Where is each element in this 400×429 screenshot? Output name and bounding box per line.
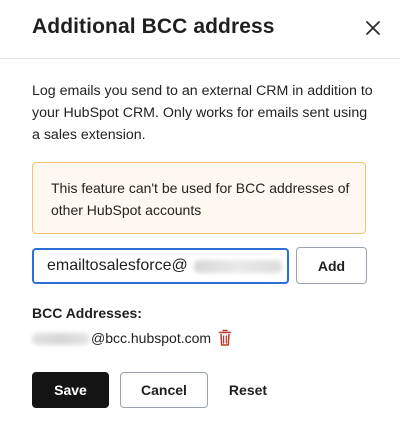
bcc-email-input-value: emailtosalesforce@	[47, 257, 188, 274]
dialog-title: Additional BCC address	[32, 15, 275, 38]
redacted-text	[194, 260, 282, 273]
cancel-button[interactable]: Cancel	[120, 372, 208, 408]
trash-icon[interactable]	[218, 329, 232, 347]
dialog-description: Log emails you send to an external CRM i…	[32, 83, 373, 143]
add-button[interactable]: Add	[296, 247, 367, 284]
bcc-email-input[interactable]: emailtosalesforce@	[32, 248, 289, 284]
bcc-address-item: @bcc.hubspot.com	[32, 329, 232, 349]
bcc-dialog: Additional BCC address Log emails you se…	[0, 0, 400, 429]
warning-alert: This feature can't be used for BCC addre…	[32, 162, 366, 234]
redacted-text	[32, 333, 90, 345]
save-button[interactable]: Save	[32, 372, 109, 408]
reset-button[interactable]: Reset	[218, 372, 278, 408]
close-icon[interactable]	[360, 15, 386, 41]
bcc-address-text: @bcc.hubspot.com	[91, 330, 212, 346]
warning-alert-text: This feature can't be used for BCC addre…	[51, 180, 350, 218]
bcc-addresses-label: BCC Addresses:	[32, 305, 142, 321]
dialog-header: Additional BCC address	[0, 0, 400, 59]
